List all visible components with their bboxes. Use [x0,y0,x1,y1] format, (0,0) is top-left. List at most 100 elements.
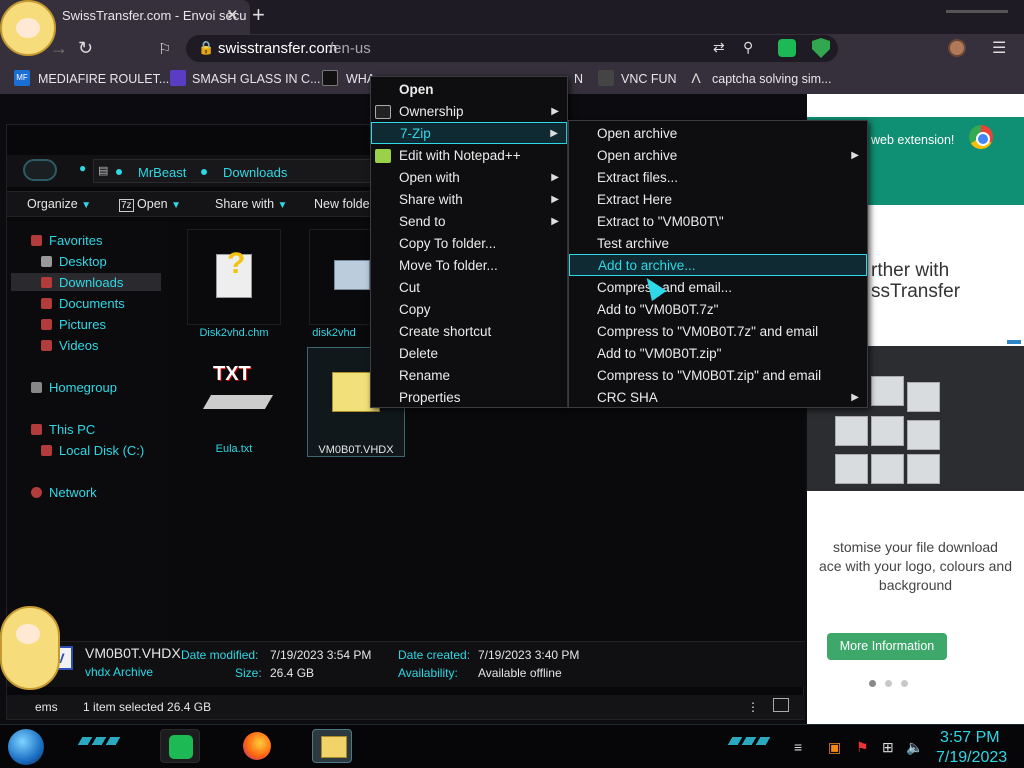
chevron-down-icon: ▼ [171,200,182,211]
menu-item-copy-to-folder[interactable]: Copy To folder... [371,233,567,255]
new-folder-button[interactable]: New folde [314,197,370,211]
menu-item-label: Copy To folder... [399,236,497,251]
menu-item-cut[interactable]: Cut [371,277,567,299]
address-bar[interactable]: 🔒 swisstransfer.com /en-us ⇄ ⚲ [186,35,838,62]
menu-item-properties[interactable]: Properties [371,387,567,409]
nav-this-pc[interactable]: This PC [49,422,95,437]
file-name: disk2vhd [312,327,356,339]
file-tile-disk2vhd[interactable] [309,229,370,325]
zip-extract-files[interactable]: Extract files... [569,167,867,189]
nav-documents[interactable]: Documents [59,296,125,311]
profile-avatar[interactable] [948,39,966,57]
bookmark-captcha[interactable]: captcha solving sim... [712,72,832,86]
zip-open-archive[interactable]: Open archive [569,123,867,145]
zip-compress-zip-email[interactable]: Compress to "VM0B0T.zip" and email [569,365,867,387]
zip-extract-to[interactable]: Extract to "VM0B0T\" [569,211,867,233]
menu-item-move-to-folder[interactable]: Move To folder... [371,255,567,277]
carousel-dot[interactable] [869,680,876,687]
details-view-icon[interactable]: ⋮ [747,700,759,714]
submenu-arrow-icon: ▶ [851,150,859,161]
chrome-menu-icon[interactable]: ☰ [992,38,1006,58]
menu-item-copy[interactable]: Copy [371,299,567,321]
nav-desktop[interactable]: Desktop [59,254,107,269]
nav-network[interactable]: Network [49,485,97,500]
open-button[interactable]: 7z Open ▼ [119,197,182,212]
zip-extract-here[interactable]: Extract Here [569,189,867,211]
taskbar-app-notes[interactable] [160,729,200,763]
zip-open-archive-sub[interactable]: Open archive ▶ [569,145,867,167]
extension-green-icon[interactable] [778,39,796,57]
bookmark-icon[interactable]: ⚐ [158,40,171,58]
zip-compress-7z-email[interactable]: Compress to "VM0B0T.7z" and email [569,321,867,343]
vnc-icon [598,70,614,86]
menu-item-label: Open [399,82,434,97]
carousel-dot[interactable] [885,680,892,687]
date-modified-label: Date modified: [181,648,259,662]
menu-item-ownership[interactable]: Ownership ▶ [371,101,567,123]
navigation-pane: Favorites Desktop Downloads Documents Pi… [7,221,167,641]
menu-item-open[interactable]: Open [371,79,567,101]
tab-close-icon[interactable]: ✕ [226,6,239,24]
carousel-dot[interactable] [901,680,908,687]
bookmark-n[interactable]: N [574,72,583,86]
zip-add-to-zip[interactable]: Add to "VM0B0T.zip" [569,343,867,365]
chevron-down-icon: ▼ [81,200,92,211]
zip-add-to-archive[interactable]: Add to archive... [569,254,867,276]
menu-item-label: Properties [399,390,461,405]
tray-app-icon[interactable]: ▣ [828,739,841,756]
taskbar-app-firefox[interactable] [238,729,278,763]
menu-item-edit-notepad[interactable]: Edit with Notepad++ [371,145,567,167]
nav-local-disk[interactable]: Local Disk (C:) [59,443,144,458]
clock-time[interactable]: 3:57 PM [940,729,1000,747]
volume-icon[interactable]: 🔈 [906,739,923,756]
nav-videos[interactable]: Videos [59,338,99,353]
menu-item-create-shortcut[interactable]: Create shortcut [371,321,567,343]
url-path: /en-us [329,40,371,57]
bookmark-mediafire[interactable]: MEDIAFIRE ROULET... [38,72,169,86]
file-tile-disk2vhd-chm[interactable]: ? [187,229,281,325]
tray-flag-icon[interactable]: ⚑ [856,739,869,756]
menu-item-send-to[interactable]: Send to ▶ [371,211,567,233]
application-icon [334,260,370,290]
menu-item-delete[interactable]: Delete [371,343,567,365]
menu-item-label: Delete [399,346,439,361]
more-information-button[interactable]: More Information [827,633,947,660]
menu-item-share-with[interactable]: Share with ▶ [371,189,567,211]
breadcrumb-downloads[interactable]: Downloads [223,165,287,180]
reload-icon[interactable]: ↻ [78,38,93,59]
menu-item-7zip[interactable]: 7-Zip ▶ [371,122,567,144]
start-button[interactable] [8,729,44,765]
firefox-icon [243,732,271,760]
bookmark-vnc-fun[interactable]: VNC FUN [621,72,677,86]
nav-pictures[interactable]: Pictures [59,317,106,332]
network-tray-icon[interactable]: ⊞ [882,739,894,756]
zip-compress-and-email[interactable]: Compress and email... [569,277,867,299]
nav-favorites[interactable]: Favorites [49,233,102,248]
nav-downloads[interactable]: Downloads [59,275,123,290]
submenu-arrow-icon: ▶ [551,194,559,205]
new-tab-button[interactable]: + [252,2,265,28]
bookmark-smash-glass[interactable]: SMASH GLASS IN C... [192,72,321,86]
nav-homegroup[interactable]: Homegroup [49,380,117,395]
availability-label: Availability: [398,666,458,680]
zip-test-archive[interactable]: Test archive [569,233,867,255]
large-icons-view-icon[interactable] [773,698,789,712]
window-minimize-button[interactable] [946,3,1008,13]
menu-item-label: Copy [399,302,431,317]
promo-thumb [907,420,940,450]
menu-item-open-with[interactable]: Open with ▶ [371,167,567,189]
share-with-button[interactable]: Share with ▼ [215,197,287,211]
file-tile-eula[interactable]: TXT [202,355,274,443]
breadcrumb-mrbeast[interactable]: MrBeast [138,165,186,180]
tray-lines-icon[interactable]: ≡ [794,739,802,755]
menu-item-rename[interactable]: Rename [371,365,567,387]
organize-button[interactable]: Organize ▼ [27,197,91,211]
clock-date[interactable]: 7/19/2023 [936,749,1007,767]
back-button[interactable] [23,159,57,181]
translate-icon[interactable]: ⇄ [713,39,725,56]
zoom-icon[interactable]: ⚲ [743,39,753,56]
taskbar-app-explorer[interactable] [312,729,352,763]
zip-crc-sha[interactable]: CRC SHA ▶ [569,387,867,409]
open-app-icon: 7z [119,199,134,212]
zip-add-to-7z[interactable]: Add to "VM0B0T.7z" [569,299,867,321]
